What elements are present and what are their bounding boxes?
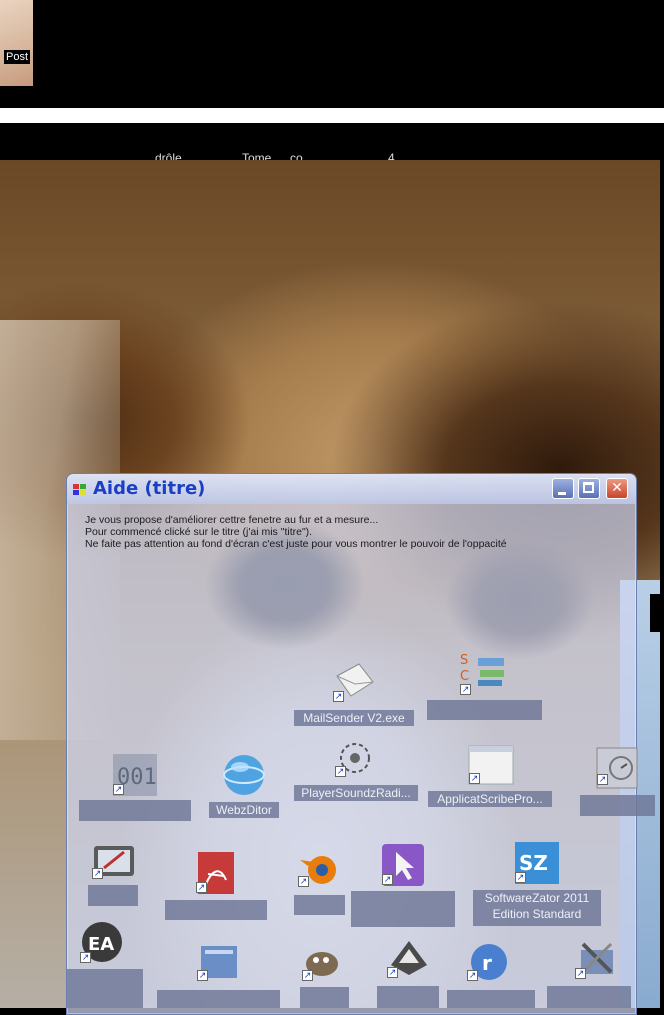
shortcut-arrow-icon: ↗ [387, 967, 398, 978]
help-line-1: Je vous propose d'améliorer cettre fenet… [85, 514, 379, 526]
shortcut-arrow-icon: ↗ [335, 766, 346, 777]
shortcut-arrow-icon: ↗ [298, 876, 309, 887]
icon-label-cursor[interactable] [351, 891, 455, 927]
ea-icon[interactable]: EA ↗ [78, 920, 126, 966]
icon-label-d01[interactable] [79, 800, 191, 821]
icon-label-gimp[interactable] [300, 987, 349, 1008]
blender-icon[interactable]: ↗ [296, 848, 342, 890]
icon-label-blender[interactable] [294, 895, 345, 915]
maximize-button[interactable] [578, 478, 600, 499]
window-title[interactable]: Aide (titre) [93, 478, 205, 499]
shortcut-arrow-icon: ↗ [333, 691, 344, 702]
shortcut-arrow-icon: ↗ [467, 970, 478, 981]
thumbnail-label: Post [4, 50, 31, 64]
sz-icon[interactable]: SZ ↗ [513, 840, 561, 886]
icon-label-applicatscribe[interactable]: ApplicatScribePro... [428, 791, 552, 807]
shortcut-arrow-icon: ↗ [197, 970, 208, 981]
svg-text:r: r [482, 951, 492, 975]
thumbnail-image[interactable]: Post [0, 0, 33, 86]
shortcut-arrow-icon: ↗ [469, 773, 480, 784]
pdf-icon[interactable]: ↗ [194, 850, 238, 896]
minimize-button[interactable] [552, 478, 574, 499]
radio-icon[interactable]: ↗ [333, 736, 377, 782]
icon-label-tablet[interactable] [88, 885, 138, 906]
clock-icon[interactable]: ↗ [595, 746, 639, 790]
window-icon[interactable]: ↗ [467, 744, 515, 786]
shortcut-arrow-icon: ↗ [515, 872, 526, 883]
shortcut-arrow-icon: ↗ [597, 774, 608, 785]
icon-label-mailsender[interactable]: MailSender V2.exe [294, 710, 414, 726]
icon-label-ea[interactable] [67, 969, 143, 1008]
shortcut-arrow-icon: ↗ [382, 874, 393, 885]
shortcut-arrow-icon: ↗ [575, 968, 586, 979]
icon-label-playersoundz[interactable]: PlayerSoundzRadi... [294, 785, 418, 801]
minimize-icon [558, 492, 566, 495]
envelope-icon[interactable]: ↗ [331, 658, 377, 704]
icon-label-softwarezator[interactable]: SoftwareZator 2011 Edition Standard [473, 890, 601, 926]
tools-icon[interactable]: ↗ [573, 936, 621, 982]
help-text: Je vous propose d'améliorer cettre fenet… [85, 514, 507, 550]
d01-icon[interactable]: 001 ↗ [111, 752, 159, 798]
folder-icon[interactable]: ↗ [195, 940, 243, 984]
svg-text:S: S [460, 653, 468, 668]
svg-text:EA: EA [88, 934, 114, 955]
edge-block [650, 594, 664, 632]
cursor-icon[interactable]: ↗ [380, 842, 426, 888]
top-black-strip [0, 0, 664, 108]
globe-icon[interactable] [219, 752, 269, 798]
icon-label-pdf[interactable] [165, 900, 267, 920]
shortcut-arrow-icon: ↗ [460, 684, 471, 695]
icon-label-tools[interactable] [547, 986, 631, 1008]
close-button[interactable]: ✕ [606, 478, 628, 499]
help-line-3: Ne faite pas attention au fond d'écran c… [85, 538, 507, 550]
shortcut-arrow-icon: ↗ [113, 784, 124, 795]
app-icon [73, 484, 87, 496]
icon-label-ink[interactable] [377, 986, 439, 1008]
tablet-icon[interactable]: ↗ [90, 838, 138, 882]
title-bar[interactable]: Aide (titre) ✕ [67, 474, 636, 504]
icon-label-real[interactable] [447, 990, 535, 1008]
shortcut-arrow-icon: ↗ [92, 868, 103, 879]
svg-text:C: C [460, 669, 469, 684]
gimp-icon[interactable]: ↗ [300, 940, 346, 984]
help-line-2: Pour commencé clické sur le titre (j'ai … [85, 526, 313, 538]
icon-label-folder[interactable] [157, 990, 280, 1008]
icon-label-scribe[interactable] [427, 700, 542, 720]
white-divider [0, 108, 664, 123]
shortcut-arrow-icon: ↗ [302, 970, 313, 981]
shortcut-arrow-icon: ↗ [80, 952, 91, 963]
real-icon[interactable]: r ↗ [465, 940, 513, 984]
globe-glyph [223, 755, 265, 795]
shortcut-arrow-icon: ↗ [196, 882, 207, 893]
scribe-icon[interactable]: S C ↗ [458, 650, 510, 696]
maximize-icon [583, 482, 594, 493]
icon-label-webzditor[interactable]: WebzDitor [209, 802, 279, 818]
ink-icon[interactable]: ↗ [385, 935, 433, 981]
icon-label-clock[interactable] [580, 795, 655, 816]
